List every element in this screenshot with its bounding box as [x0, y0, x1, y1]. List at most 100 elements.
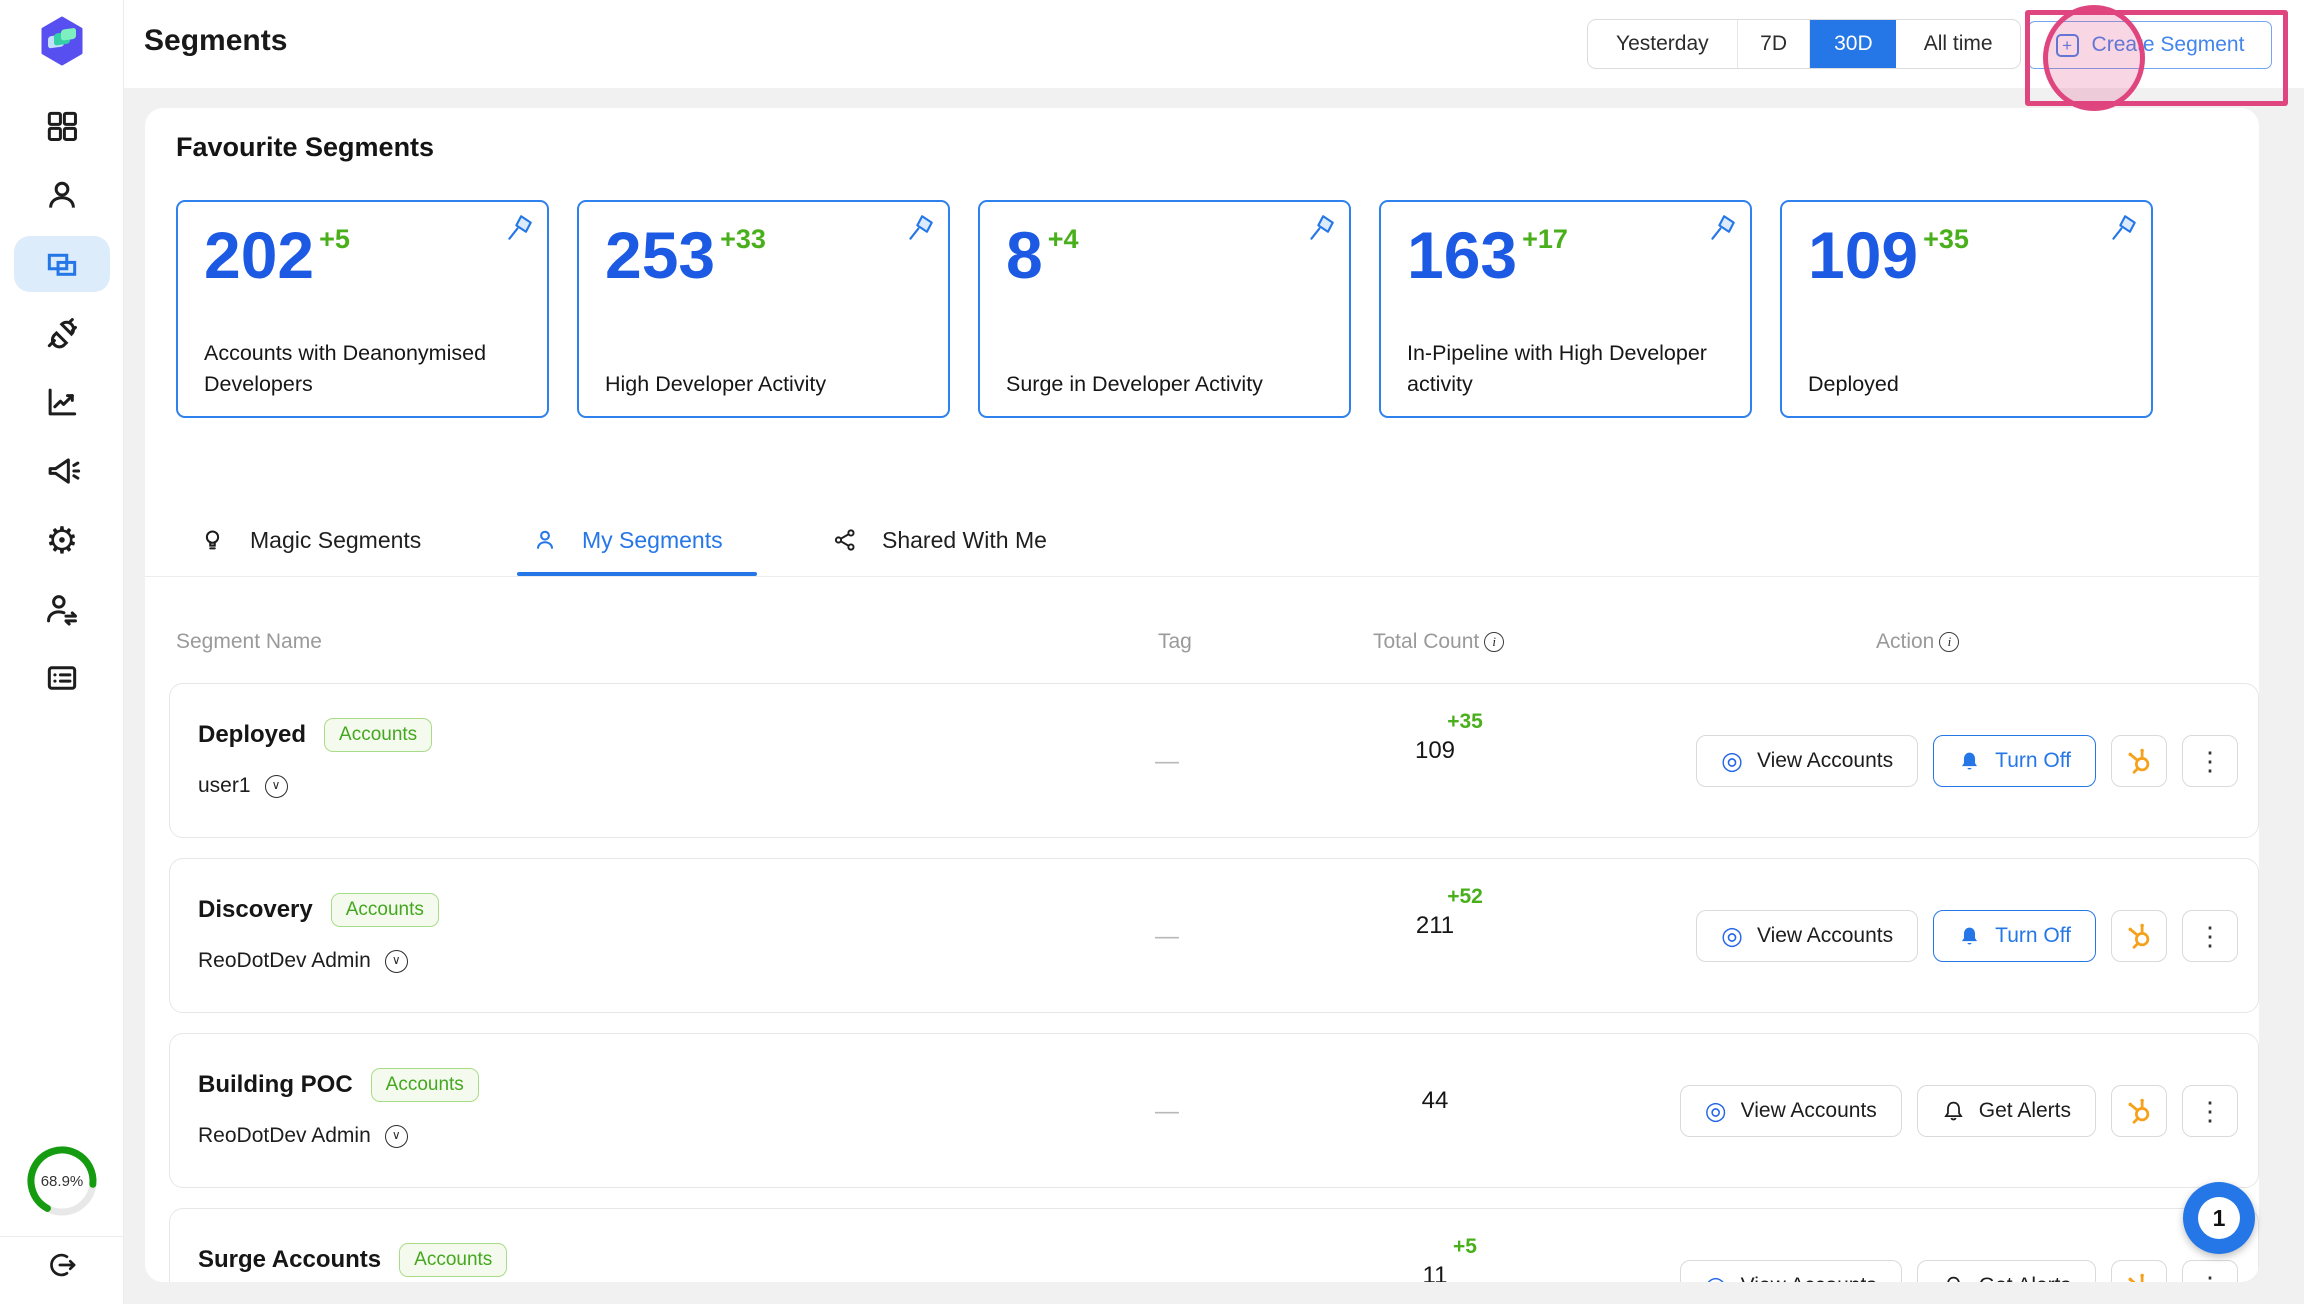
- view-accounts-button[interactable]: ◎ View Accounts: [1696, 735, 1918, 787]
- sidebar-item-dashboard[interactable]: [14, 98, 110, 154]
- card-label: Surge in Developer Activity: [1006, 369, 1333, 400]
- line-chart-icon: [43, 383, 81, 421]
- sidebar-item-integrations[interactable]: [14, 305, 110, 361]
- filter-yesterday[interactable]: Yesterday: [1588, 20, 1738, 68]
- filter-7d[interactable]: 7D: [1738, 20, 1811, 68]
- segment-name[interactable]: Discovery: [198, 896, 313, 924]
- page-title: Segments: [144, 24, 287, 58]
- tab-label: Magic Segments: [250, 527, 421, 554]
- chevron-down-icon[interactable]: ∨: [385, 950, 408, 973]
- sidebar-item-segments[interactable]: [14, 236, 110, 292]
- app-logo[interactable]: [38, 16, 86, 66]
- sidebar-item-announcements[interactable]: [14, 443, 110, 499]
- count-value: 109: [1365, 737, 1505, 765]
- row-menu-button[interactable]: ⋮: [2182, 1085, 2238, 1137]
- card-delta: +17: [1522, 224, 1568, 255]
- total-count: +5 11: [1365, 1235, 1505, 1282]
- sidebar-item-forms[interactable]: [14, 650, 110, 706]
- bulb-icon: [199, 527, 226, 554]
- segment-owner: user1: [198, 774, 251, 798]
- turn-off-button[interactable]: Turn Off: [1933, 910, 2096, 962]
- pin-icon[interactable]: [2107, 212, 2139, 244]
- pin-icon[interactable]: [1305, 212, 1337, 244]
- hubspot-icon: [2124, 1096, 2154, 1126]
- total-count: +35 109: [1365, 710, 1505, 765]
- tab-my-segments[interactable]: My Segments: [532, 508, 723, 572]
- list-icon: [43, 659, 81, 697]
- favourite-card[interactable]: 8+4 Surge in Developer Activity: [978, 200, 1351, 418]
- view-accounts-label: View Accounts: [1741, 1099, 1877, 1123]
- accounts-badge: Accounts: [331, 893, 439, 927]
- favourite-card[interactable]: 163+17 In-Pipeline with High Developer a…: [1379, 200, 1752, 418]
- favourite-card[interactable]: 253+33 High Developer Activity: [577, 200, 950, 418]
- bell-filled-icon: [1958, 750, 1981, 773]
- pin-icon[interactable]: [1706, 212, 1738, 244]
- card-delta: +33: [720, 224, 766, 255]
- get-alerts-label: Get Alerts: [1979, 1274, 2071, 1282]
- view-accounts-button[interactable]: ◎ View Accounts: [1696, 910, 1918, 962]
- segment-owner: ReoDotDev Admin: [198, 1124, 371, 1148]
- row-menu-button[interactable]: ⋮: [2182, 735, 2238, 787]
- create-segment-button[interactable]: + Create Segment: [2028, 21, 2272, 69]
- segment-owner: ReoDotDev Admin: [198, 949, 371, 973]
- sidebar-item-user-sync[interactable]: [14, 581, 110, 637]
- view-accounts-label: View Accounts: [1757, 924, 1893, 948]
- row-menu-button[interactable]: ⋮: [2182, 910, 2238, 962]
- favourite-card[interactable]: 109+35 Deployed: [1780, 200, 2153, 418]
- sidebar-item-settings[interactable]: ⚙: [14, 512, 110, 568]
- hubspot-button[interactable]: [2111, 910, 2167, 962]
- hubspot-button[interactable]: [2111, 735, 2167, 787]
- hubspot-icon: [2124, 1271, 2154, 1282]
- count-delta: +35: [1395, 710, 1535, 737]
- kebab-icon: ⋮: [2197, 923, 2223, 949]
- notification-fab[interactable]: 1: [2183, 1182, 2255, 1254]
- tag-value: —: [1155, 1098, 1179, 1126]
- card-value: 253: [605, 224, 715, 287]
- get-alerts-button[interactable]: Get Alerts: [1917, 1260, 2096, 1282]
- segments-tabs: Magic Segments My Segments Shared With M…: [145, 508, 2259, 580]
- count-delta: +52: [1395, 885, 1535, 912]
- segment-name[interactable]: Building POC: [198, 1071, 353, 1099]
- info-icon[interactable]: i: [1939, 632, 1959, 652]
- person-icon: [43, 176, 81, 214]
- hubspot-button[interactable]: [2111, 1260, 2167, 1282]
- card-value: 109: [1808, 224, 1918, 287]
- info-icon[interactable]: i: [1484, 632, 1504, 652]
- hubspot-icon: [2124, 921, 2154, 951]
- notification-count-badge: 1: [2198, 1197, 2240, 1239]
- column-total-count-label: Total Count: [1373, 630, 1479, 654]
- view-accounts-button[interactable]: ◎ View Accounts: [1680, 1260, 1902, 1282]
- tabs-divider: [145, 576, 2259, 577]
- chevron-down-icon[interactable]: ∨: [385, 1125, 408, 1148]
- tab-label: My Segments: [582, 527, 723, 554]
- view-accounts-button[interactable]: ◎ View Accounts: [1680, 1085, 1902, 1137]
- pin-icon[interactable]: [503, 212, 535, 244]
- row-menu-button[interactable]: ⋮: [2182, 1260, 2238, 1282]
- tab-shared-with-me[interactable]: Shared With Me: [832, 508, 1047, 572]
- count-delta: +5: [1395, 1235, 1535, 1262]
- card-label: Accounts with Deanonymised Developers: [204, 338, 531, 400]
- bell-filled-icon: [1958, 925, 1981, 948]
- column-tag: Tag: [1158, 630, 1192, 654]
- favourite-card[interactable]: 202+5 Accounts with Deanonymised Develop…: [176, 200, 549, 418]
- filter-all-time[interactable]: All time: [1896, 20, 2020, 68]
- sidebar-item-accounts[interactable]: [14, 167, 110, 223]
- hubspot-button[interactable]: [2111, 1085, 2167, 1137]
- segment-name[interactable]: Surge Accounts: [198, 1246, 381, 1274]
- bell-outline-icon: [1942, 1275, 1965, 1283]
- tab-magic-segments[interactable]: Magic Segments: [199, 508, 421, 572]
- get-alerts-button[interactable]: Get Alerts: [1917, 1085, 2096, 1137]
- sidebar-item-analytics[interactable]: [14, 374, 110, 430]
- logout-icon[interactable]: [45, 1248, 79, 1282]
- card-value: 202: [204, 224, 314, 287]
- turn-off-button[interactable]: Turn Off: [1933, 735, 2096, 787]
- tag-value: —: [1155, 748, 1179, 776]
- chevron-down-icon[interactable]: ∨: [265, 775, 288, 798]
- pin-icon[interactable]: [904, 212, 936, 244]
- eye-icon: ◎: [1705, 1099, 1727, 1124]
- segment-name[interactable]: Deployed: [198, 721, 306, 749]
- card-value: 163: [1407, 224, 1517, 287]
- filter-30d[interactable]: 30D: [1810, 20, 1896, 68]
- count-value: 44: [1365, 1087, 1505, 1115]
- person-sync-icon: [43, 590, 81, 628]
